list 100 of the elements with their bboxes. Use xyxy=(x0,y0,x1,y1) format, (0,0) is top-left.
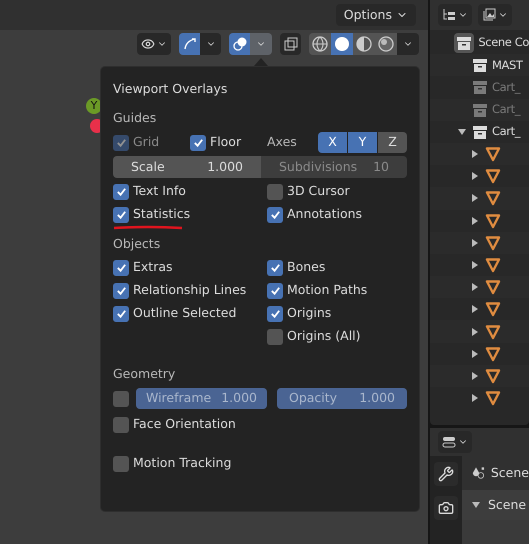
options-dropdown[interactable]: Options xyxy=(336,4,416,26)
outliner-item[interactable]: MAST xyxy=(492,56,523,74)
shading-button[interactable] xyxy=(375,33,397,55)
outliner-item[interactable]: Scene Co xyxy=(478,34,529,52)
scene-drops-icon xyxy=(472,465,485,481)
shading-button[interactable] xyxy=(331,33,353,55)
checkbox[interactable] xyxy=(267,306,283,322)
triangle-mesh-icon xyxy=(485,212,501,229)
collection-box-icon xyxy=(472,102,488,118)
popup-title: Viewport Overlays xyxy=(113,80,228,98)
checkbox[interactable] xyxy=(113,456,129,472)
checkbox[interactable] xyxy=(113,260,129,276)
collection-box-icon xyxy=(472,79,488,96)
collapsed-arrow-icon[interactable] xyxy=(471,194,479,202)
option-label: Motion Tracking xyxy=(133,454,232,472)
option-label: Grid xyxy=(133,133,160,152)
option-label: Relationship Lines xyxy=(133,281,246,300)
collapsed-arrow-icon[interactable] xyxy=(471,350,479,358)
shaded-sphere-icon xyxy=(378,36,394,52)
collapsed-arrow-icon[interactable] xyxy=(471,150,479,158)
collapsed-arrow-icon[interactable] xyxy=(471,216,479,225)
option-label: Extras xyxy=(133,258,173,276)
check-icon xyxy=(270,209,280,220)
checkbox[interactable] xyxy=(113,282,129,298)
triangle-mesh-icon xyxy=(485,324,501,340)
triangle-mesh-icon xyxy=(485,168,501,184)
checkbox[interactable] xyxy=(113,206,129,222)
option-label: Bones xyxy=(287,258,326,276)
tool-tab[interactable] xyxy=(434,462,458,486)
triangle-mesh-icon xyxy=(485,301,501,318)
collapsed-arrow-icon[interactable] xyxy=(471,328,479,336)
option-label: Outline Selected xyxy=(133,304,236,322)
checkbox[interactable] xyxy=(113,390,129,406)
panel-title[interactable]: Scene xyxy=(488,496,526,514)
collapsed-arrow-icon[interactable] xyxy=(471,283,479,292)
triangle-mesh-icon xyxy=(485,190,501,206)
stacked-images-icon xyxy=(482,8,496,22)
checkbox[interactable] xyxy=(113,184,129,200)
scale-field[interactable]: Scale 1.000 xyxy=(113,156,261,178)
check-icon xyxy=(116,285,126,296)
display-mode-dropdown[interactable] xyxy=(438,4,472,26)
tree-list-icon xyxy=(442,8,456,22)
option-label: Floor xyxy=(210,133,242,152)
section-heading: Guides xyxy=(113,109,158,127)
triangle-mesh-icon xyxy=(485,234,501,251)
editor-type-dropdown[interactable] xyxy=(438,431,472,453)
overlays-toggle[interactable] xyxy=(229,33,250,55)
xray-toggle[interactable] xyxy=(280,33,301,55)
check-icon xyxy=(270,308,280,319)
shading-button[interactable] xyxy=(353,33,375,55)
checkbox[interactable] xyxy=(113,306,129,322)
checkbox[interactable] xyxy=(267,260,283,276)
checkbox[interactable] xyxy=(113,416,129,432)
checkbox[interactable] xyxy=(267,206,283,222)
collapsed-arrow-icon[interactable] xyxy=(471,238,479,247)
gizmo-toggle[interactable] xyxy=(179,33,200,55)
opacity-slider[interactable]: Opacity 1.000 xyxy=(277,388,407,409)
visibility-dropdown[interactable] xyxy=(137,33,171,55)
check-icon xyxy=(116,137,126,148)
render-tab[interactable] xyxy=(434,496,458,520)
overlapping-squares-icon xyxy=(284,37,298,51)
checkbox[interactable] xyxy=(267,328,283,344)
filter-dropdown[interactable] xyxy=(478,4,512,26)
option-label: Origins xyxy=(287,304,332,322)
outliner-item[interactable]: Cart_ xyxy=(492,78,520,96)
option-label: Origins (All) xyxy=(287,327,361,346)
wireframe-slider[interactable]: Wireframe 1.000 xyxy=(136,388,267,409)
checkbox[interactable] xyxy=(267,282,283,298)
check-icon xyxy=(116,186,126,197)
collection-box-icon xyxy=(472,57,488,74)
axis-toggle[interactable]: Y xyxy=(348,132,377,153)
check-icon xyxy=(116,209,126,220)
axis-toggle[interactable]: Z xyxy=(378,132,407,153)
axis-toggle[interactable]: X xyxy=(318,132,347,153)
camera-icon xyxy=(438,500,454,516)
check-icon xyxy=(270,262,280,273)
collapsed-arrow-icon[interactable] xyxy=(471,172,479,180)
expanded-arrow-icon[interactable] xyxy=(472,501,480,509)
overlapping-circles-icon xyxy=(232,37,246,51)
collapsed-arrow-icon[interactable] xyxy=(471,260,479,269)
collection-box-icon xyxy=(472,124,488,140)
shading-button[interactable] xyxy=(309,33,331,55)
scene-box-icon xyxy=(456,35,472,52)
outliner-item[interactable]: Cart_ xyxy=(492,101,520,118)
outliner-item[interactable]: Cart_ xyxy=(492,123,520,140)
collapsed-arrow-icon[interactable] xyxy=(471,305,479,314)
check-icon xyxy=(116,262,126,273)
triangle-mesh-icon xyxy=(485,346,501,362)
checkbox[interactable] xyxy=(267,184,283,200)
check-icon xyxy=(270,285,280,296)
triangle-mesh-icon xyxy=(485,390,501,406)
wire-sphere-icon xyxy=(312,36,328,52)
checkbox[interactable] xyxy=(190,134,206,150)
expanded-arrow-icon[interactable] xyxy=(458,128,466,136)
option-label: 3D Cursor xyxy=(287,182,350,200)
context-label: Scene xyxy=(490,464,529,482)
triangle-mesh-icon xyxy=(485,368,501,384)
option-label: Motion Paths xyxy=(287,281,368,300)
collapsed-arrow-icon[interactable] xyxy=(471,372,479,380)
collapsed-arrow-icon[interactable] xyxy=(471,394,479,402)
